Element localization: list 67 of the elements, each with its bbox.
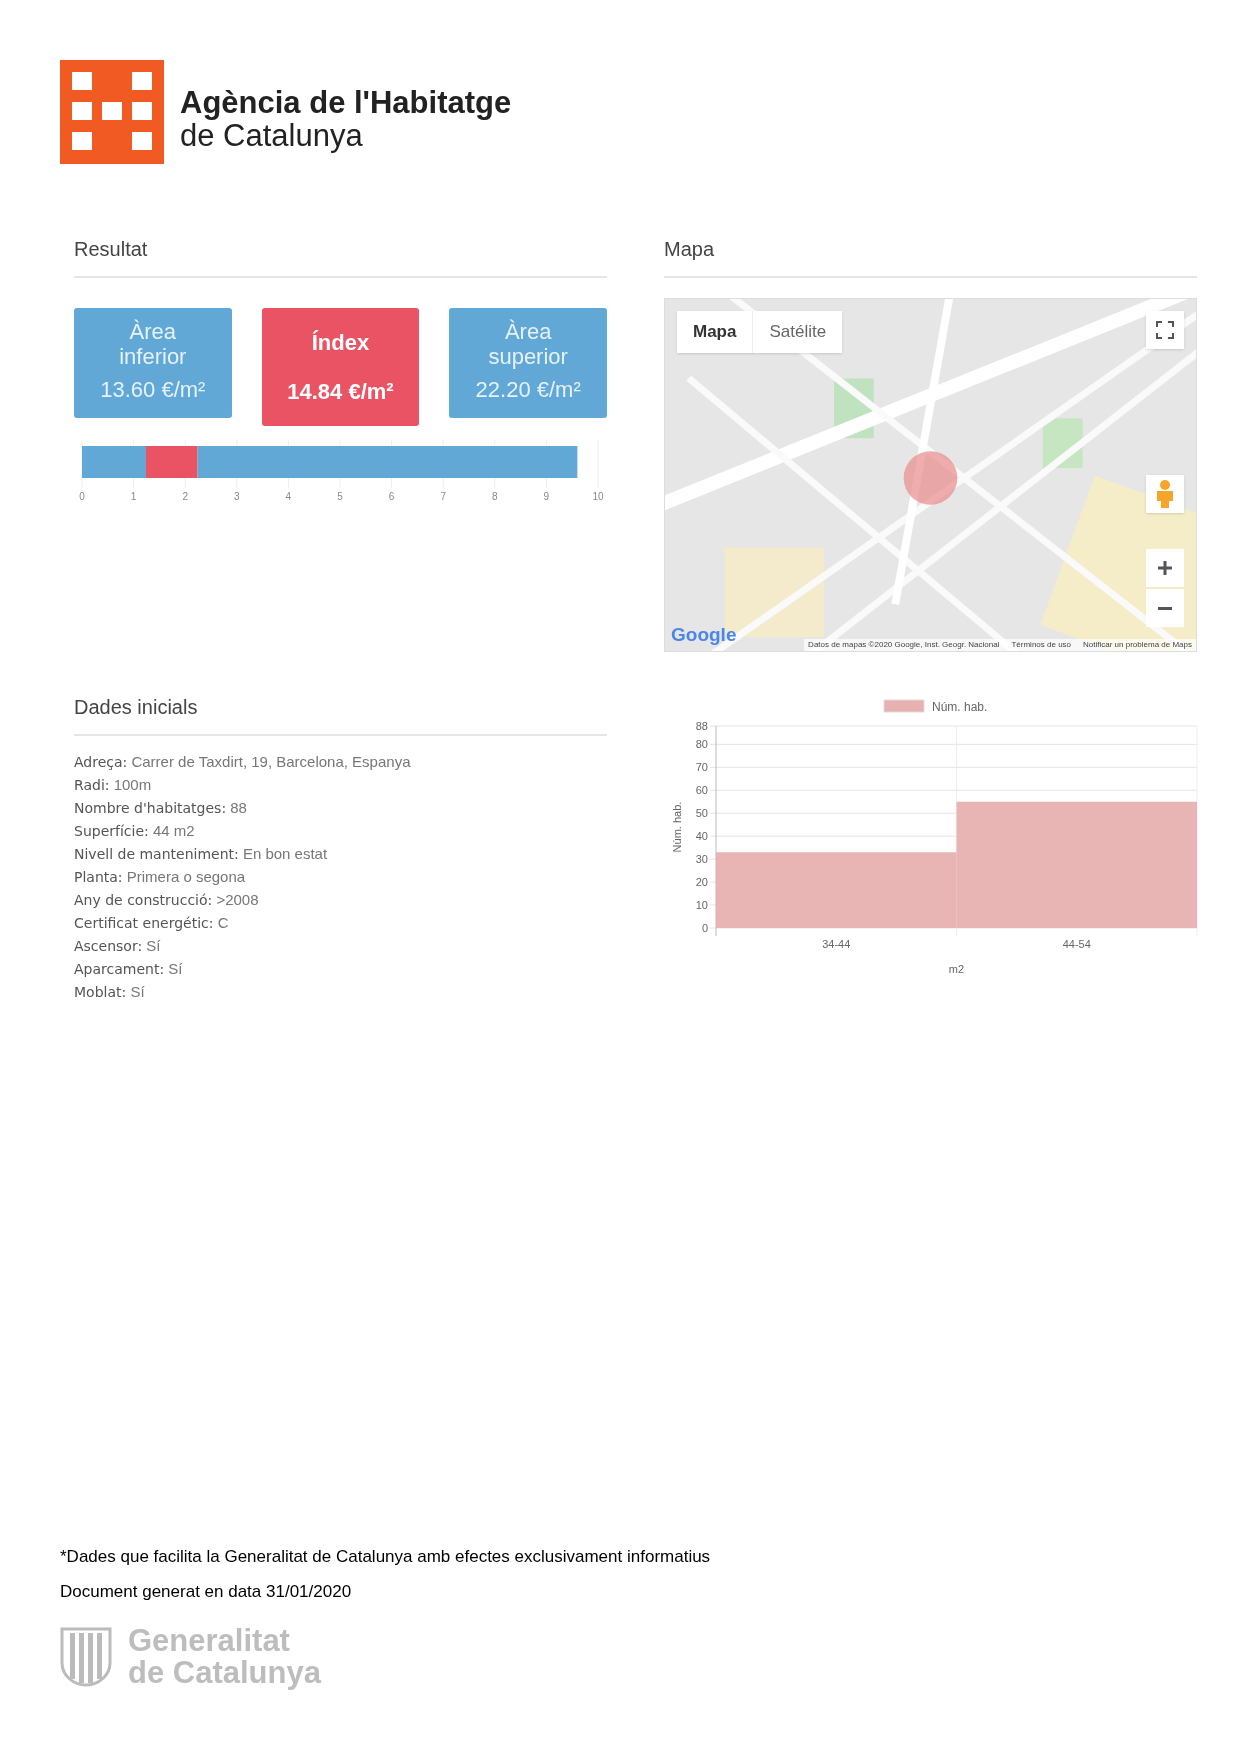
axis-tick-label: 30 — [695, 853, 708, 866]
card-value: 14.84 €/m² — [287, 378, 394, 406]
axis-tick-label: 10 — [592, 491, 604, 502]
axis-tick-label: 34-44 — [822, 938, 851, 950]
data-field: Aparcament: Sí — [74, 959, 607, 979]
fullscreen-icon — [1156, 321, 1174, 339]
agency-logo-icon — [60, 60, 164, 164]
axis-tick-label: 1 — [130, 491, 137, 502]
map-attribution: Datos de mapas ©2020 Google, Inst. Geogr. Nacional — [808, 639, 1000, 651]
data-field: Nombre d'habitatges: 88 — [74, 798, 607, 818]
coat-of-arms-icon — [60, 1627, 112, 1688]
axis-tick-label: 50 — [695, 807, 708, 820]
card-label: Índex — [311, 329, 370, 357]
map-type-tab[interactable]: Mapa — [677, 311, 753, 353]
axis-tick-label: 80 — [695, 738, 708, 751]
axis-tick-label: 5 — [337, 491, 343, 502]
map-logo: Google — [671, 622, 737, 647]
map-link[interactable]: Términos de uso — [1011, 639, 1072, 651]
axis-tick-label: 40 — [695, 830, 708, 843]
axis-tick-label: 0 — [79, 491, 85, 502]
zoom-out-button[interactable] — [1146, 589, 1184, 627]
fullscreen-button[interactable] — [1146, 311, 1184, 349]
axis-tick-label: 8 — [492, 491, 498, 502]
axis-tick-label: 10 — [695, 899, 708, 912]
generalitat-name: Generalitat — [128, 1624, 291, 1658]
axis-tick-label: 20 — [695, 876, 708, 889]
axis-tick-label: 7 — [440, 491, 446, 502]
card-value: 13.60 €/m² — [100, 375, 206, 404]
axis-tick-label: 3 — [234, 491, 240, 502]
axis-tick-label: 88 — [695, 720, 708, 732]
axis-title: m2 — [948, 963, 965, 975]
data-field: Any de construcció: >2008 — [74, 890, 607, 910]
agency-name: de Catalunya — [180, 120, 363, 153]
agency-name: Agència de l'Habitatge — [180, 87, 512, 120]
axis-tick-label: 0 — [701, 922, 708, 934]
axis-tick-label: 70 — [695, 761, 708, 774]
axis-tick-label: 9 — [543, 491, 550, 502]
legend-label: Núm. hab. — [932, 700, 988, 714]
generalitat-name: de Catalunya — [128, 1657, 321, 1690]
plus-icon — [1156, 559, 1174, 577]
axis-tick-label: 44-54 — [1062, 938, 1091, 950]
section-title: Dades inicials — [74, 692, 607, 736]
card-label: Àrea inferior — [118, 320, 188, 369]
map-link[interactable]: Notificar un problema de Maps — [1083, 639, 1192, 651]
minus-icon — [1158, 606, 1172, 610]
data-field: Moblat: Sí — [74, 982, 607, 1002]
data-field: Ascensor: Sí — [74, 936, 607, 956]
card-label: Àrea superior — [487, 320, 569, 369]
section-title: Mapa — [664, 234, 1197, 278]
data-field: Nivell de manteniment: En bon estat — [74, 844, 607, 864]
zoom-in-button[interactable] — [1146, 549, 1184, 587]
axis-tick-label: 4 — [285, 491, 292, 502]
footer-note: *Dades que facilita la Generalitat de Catalunya amb efectes exclusivament informatius — [60, 1545, 712, 1568]
axis-title: Núm. hab. — [671, 801, 683, 853]
axis-tick-label: 6 — [388, 491, 395, 502]
axis-tick-label: 60 — [695, 784, 708, 797]
data-field: Radi: 100m — [74, 775, 607, 795]
data-field: Superfície: 44 m2 — [74, 821, 607, 841]
map[interactable]: Mapa Satélite Google Datos de mapas ©2020 Google, Inst. Geogr. Nacional Términos de uso Notificar un problema de Maps — [664, 298, 1197, 652]
data-field: Planta: Primera o segona — [74, 867, 607, 887]
section-title: Resultat — [74, 234, 607, 278]
map-type-tab[interactable]: Satélite — [752, 311, 843, 353]
data-field: Adreça: Carrer de Taxdirt, 19, Barcelona, Espanya — [74, 752, 607, 772]
card-value: 22.20 €/m² — [475, 375, 581, 404]
data-field: Certificat energétic: C — [74, 913, 607, 933]
axis-tick-label: 2 — [182, 491, 188, 502]
footer-note: Document generat en data 31/01/2020 — [60, 1581, 353, 1604]
